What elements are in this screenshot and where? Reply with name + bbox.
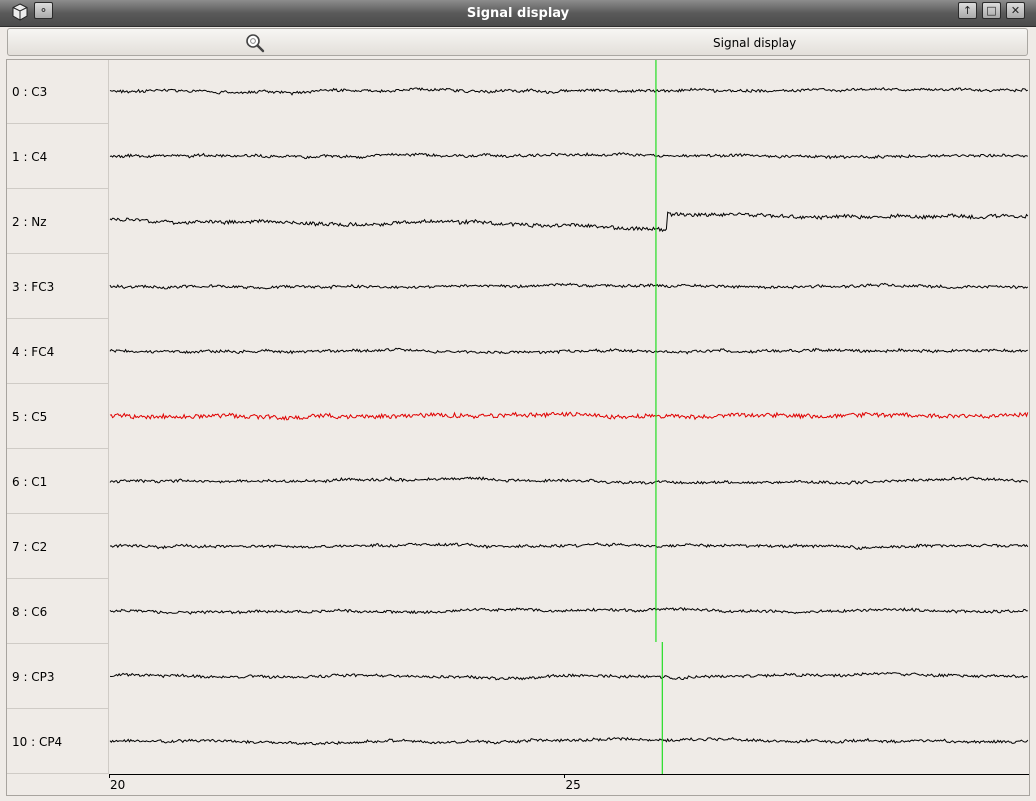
time-axis-tick-label: 20 <box>110 778 126 792</box>
window-titlebar[interactable]: ⚬ Signal display ↑ □ ✕ <box>0 0 1036 27</box>
signal-plot-area[interactable] <box>7 60 1029 774</box>
zoom-magnifier-icon <box>245 33 265 56</box>
signal-trace <box>109 476 1029 485</box>
signal-trace <box>109 411 1029 421</box>
signal-trace <box>109 211 1029 233</box>
signal-display-toolbar-button[interactable]: Signal display <box>7 28 1028 56</box>
signal-trace <box>109 347 1028 355</box>
time-axis-tick-label: 25 <box>565 778 581 792</box>
signal-trace <box>109 87 1029 96</box>
time-axis-line <box>109 774 1029 775</box>
toolbar-label: Signal display <box>713 36 797 50</box>
signal-trace <box>109 671 1028 681</box>
time-axis: 20 25 <box>109 774 1029 796</box>
signal-display-panel[interactable]: 0 : C3 1 : C4 2 : Nz 3 : FC3 4 : FC4 5 : C5 6 … <box>6 59 1030 796</box>
maximize-button[interactable]: □ <box>982 2 1001 19</box>
signal-trace <box>109 151 1029 160</box>
close-icon: ✕ <box>1010 4 1021 17</box>
signal-trace <box>109 542 1029 550</box>
window-title: Signal display <box>466 6 570 21</box>
maximize-icon: □ <box>986 4 997 17</box>
close-button[interactable]: ✕ <box>1006 2 1025 19</box>
shade-button[interactable]: ↑ <box>958 2 977 19</box>
signal-trace <box>109 607 1028 615</box>
arrow-up-icon: ↑ <box>962 4 973 17</box>
signal-trace <box>109 736 1029 746</box>
signal-trace <box>109 282 1029 290</box>
